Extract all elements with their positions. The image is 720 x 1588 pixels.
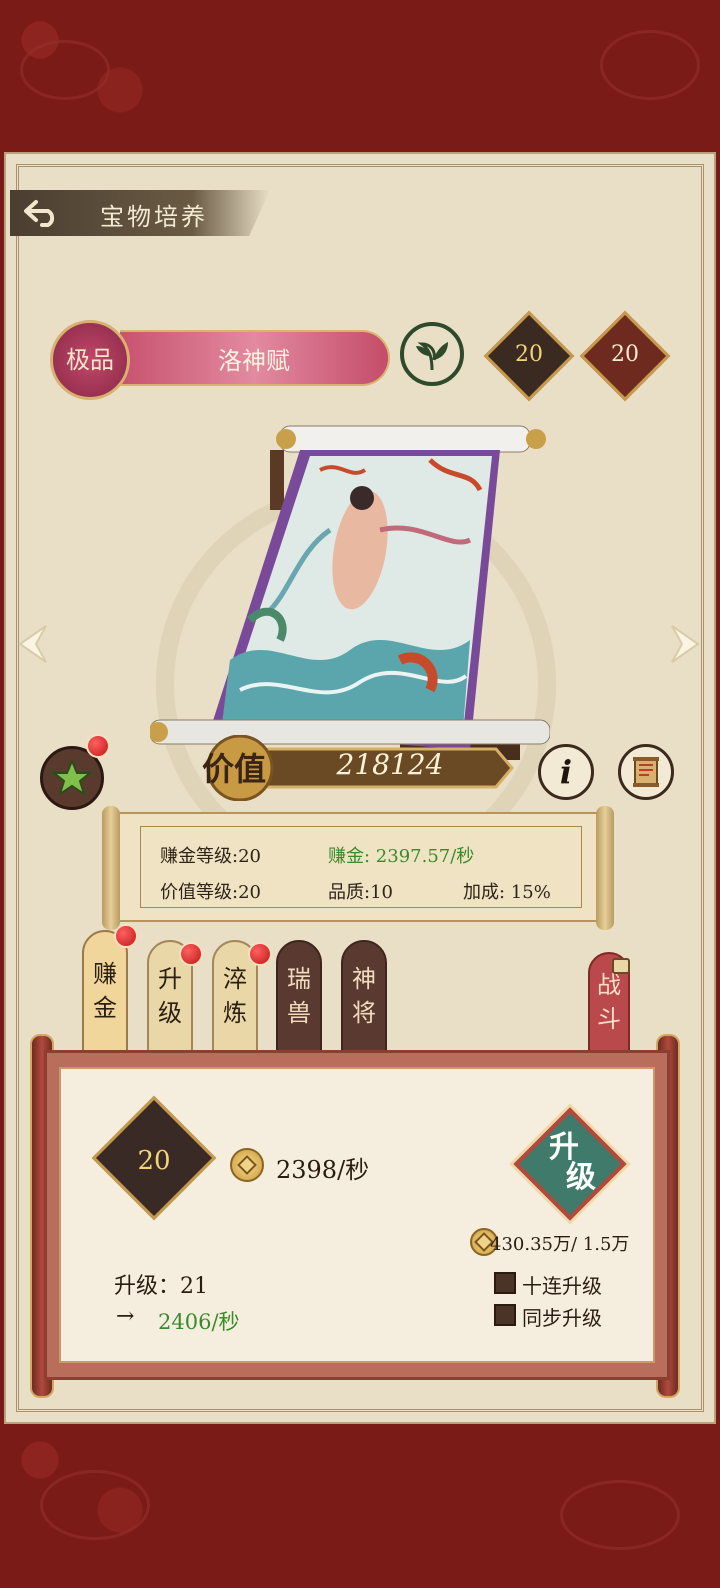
bonus: 加成: 15% — [463, 882, 551, 903]
current-level: 20 — [137, 1146, 171, 1176]
notification-dot — [248, 942, 272, 966]
tab-beast-label-1: 瑞 — [287, 965, 311, 993]
scroll-book-icon — [633, 757, 659, 787]
page-title: 宝物培养 — [100, 203, 208, 231]
notification-dot — [86, 734, 110, 758]
coin-icon — [230, 1148, 264, 1182]
tab-upgrade-label-2: 级 — [158, 999, 182, 1027]
tab-earn-label-2: 金 — [93, 994, 117, 1022]
tab-earn-label-1: 赚 — [93, 960, 117, 988]
ten-upgrade-checkbox[interactable] — [494, 1272, 516, 1294]
tab-general-label-2: 将 — [352, 999, 376, 1027]
scroll-book-button[interactable] — [618, 744, 674, 800]
tab-beast[interactable]: 瑞 兽 — [276, 940, 322, 1052]
upgrade-button-label: 升 级 — [524, 1130, 618, 1196]
treasure-name-banner: 洛神赋 — [120, 330, 390, 386]
tab-general-label-1: 神 — [352, 965, 376, 993]
next-level: 升级：21 — [114, 1274, 208, 1299]
lock-icon — [612, 958, 630, 974]
upgrade-cost: 430.35万/ 1.5万 — [490, 1234, 630, 1255]
back-button[interactable] — [18, 196, 66, 230]
cloud-ornament — [560, 1480, 680, 1550]
sync-upgrade-checkbox[interactable] — [494, 1304, 516, 1326]
star-icon — [52, 758, 92, 797]
grade-badge: 极品 — [50, 320, 130, 400]
nature-type-button[interactable] — [400, 322, 464, 386]
back-arrow-icon — [24, 200, 55, 227]
tab-general[interactable]: 神 将 — [341, 940, 387, 1052]
cloud-ornament — [40, 1470, 150, 1540]
chevron-right-icon — [671, 625, 700, 663]
level-value-b: 20 — [611, 342, 639, 367]
next-arrow: → — [116, 1304, 135, 1329]
tab-refine-label-2: 炼 — [223, 999, 247, 1027]
tab-earn[interactable]: 赚 金 — [82, 930, 128, 1052]
next-rate: 2406/秒 — [158, 1310, 240, 1334]
tab-upgrade-label-1: 升 — [158, 965, 182, 993]
leaf-icon — [416, 342, 448, 371]
info-button[interactable]: i — [538, 744, 594, 800]
value-label: 价值 — [202, 750, 267, 788]
tab-beast-label-2: 兽 — [287, 999, 311, 1027]
tab-refine-label-1: 淬 — [223, 965, 247, 993]
earn-rate: 赚金: 2397.57/秒 — [328, 846, 475, 867]
quality: 品质:10 — [328, 882, 393, 903]
current-rate: 2398/秒 — [276, 1156, 370, 1184]
cloud-ornament — [600, 30, 700, 100]
next-treasure-button[interactable] — [664, 622, 704, 666]
grade-label: 极品 — [66, 346, 114, 374]
tab-battle-label-2: 斗 — [597, 1005, 621, 1033]
notification-dot — [114, 924, 138, 948]
notification-dot — [179, 942, 203, 966]
cloud-ornament — [20, 40, 110, 100]
ten-upgrade-label: 十连升级 — [522, 1274, 602, 1298]
treasure-name: 洛神赋 — [218, 346, 290, 375]
earn-level: 赚金等级:20 — [160, 846, 261, 867]
chevron-left-icon — [18, 625, 47, 663]
info-icon: i — [559, 753, 573, 791]
previous-treasure-button[interactable] — [14, 622, 54, 666]
sync-upgrade-label: 同步升级 — [522, 1306, 602, 1330]
value-level: 价值等级:20 — [160, 882, 261, 903]
level-value-a: 20 — [515, 342, 543, 367]
treasure-value: 218124 — [336, 748, 444, 781]
